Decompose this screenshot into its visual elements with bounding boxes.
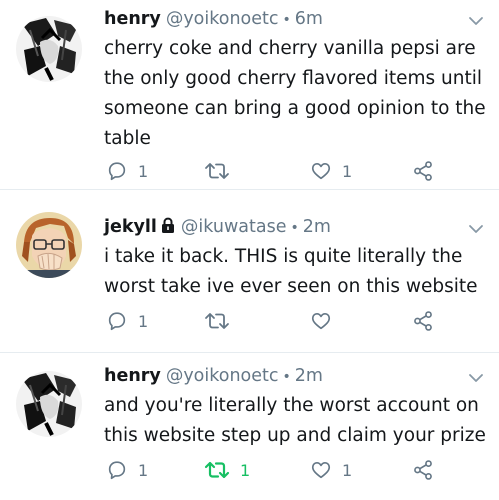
share-icon (414, 311, 432, 331)
separator-dot: • (282, 369, 291, 385)
reply-icon (108, 162, 126, 181)
reply-icon (108, 461, 126, 480)
tweet[interactable]: jekyll @ikuwatase • 2m i take it back. THI… (0, 190, 499, 353)
timestamp[interactable]: 2m (303, 217, 331, 237)
like-icon (311, 163, 331, 180)
retweet-icon (205, 163, 229, 179)
tweet[interactable]: henry @yoikonoetc • 6m cherry coke and cher… (0, 0, 499, 190)
share-icon (414, 460, 432, 480)
reply-count: 1 (138, 460, 149, 480)
display-name[interactable]: henry (104, 366, 161, 386)
reply-button[interactable]: 1 (106, 455, 148, 485)
like-icon (311, 462, 331, 479)
share-icon (414, 161, 432, 181)
separator-dot: • (282, 12, 291, 28)
tweet-text: i take it back. THIS is quite literally … (104, 246, 478, 297)
caret-down-icon[interactable] (467, 12, 485, 30)
like-count: 1 (342, 460, 353, 480)
share-button[interactable] (412, 455, 434, 485)
share-button[interactable] (412, 156, 434, 186)
separator-dot: • (290, 220, 299, 236)
reply-button[interactable]: 1 (106, 156, 148, 186)
timestamp[interactable]: 2m (295, 366, 323, 386)
like-button[interactable] (310, 306, 342, 336)
avatar[interactable] (16, 212, 82, 278)
tweet-header: henry @yoikonoetc • 2m (104, 363, 459, 389)
reply-button[interactable]: 1 (106, 306, 148, 336)
like-button[interactable]: 1 (310, 455, 352, 485)
tweet-text: and you're literally the worst account o… (104, 395, 486, 446)
reply-icon (108, 312, 126, 331)
like-icon (311, 313, 331, 330)
user-handle[interactable]: @yoikonoetc (166, 366, 279, 386)
caret-down-icon[interactable] (467, 220, 485, 238)
retweet-icon (204, 461, 230, 479)
tweet-text: cherry coke and cherry vanilla pepsi are… (104, 38, 486, 149)
display-name[interactable]: henry (104, 9, 161, 29)
reply-count: 1 (138, 311, 149, 331)
caret-down-icon[interactable] (467, 369, 485, 387)
tweet-actions: 1 (100, 306, 440, 336)
like-count: 1 (342, 161, 353, 181)
like-button[interactable]: 1 (310, 156, 352, 186)
reply-count: 1 (138, 161, 149, 181)
tweet-actions: 1 1 (100, 156, 440, 186)
retweet-button[interactable]: 1 (204, 455, 250, 485)
retweet-count: 1 (240, 460, 251, 480)
tweet-actions: 1 1 1 (100, 455, 440, 485)
tweet-header: henry @yoikonoetc • 6m (104, 6, 459, 32)
timestamp[interactable]: 6m (295, 9, 323, 29)
avatar[interactable] (16, 16, 82, 82)
timeline: henry @yoikonoetc • 6m cherry coke and cher… (0, 0, 499, 500)
retweet-button[interactable] (204, 156, 240, 186)
avatar[interactable] (16, 371, 82, 437)
tweet-header: jekyll @ikuwatase • 2m (104, 214, 459, 240)
lock-icon (161, 217, 174, 233)
user-handle[interactable]: @ikuwatase (181, 217, 287, 237)
retweet-button[interactable] (204, 306, 240, 336)
user-handle[interactable]: @yoikonoetc (166, 9, 279, 29)
tweet[interactable]: henry @yoikonoetc • 2m and you're literally… (0, 353, 499, 500)
retweet-icon (205, 313, 229, 329)
share-button[interactable] (412, 306, 434, 336)
display-name[interactable]: jekyll (104, 217, 157, 237)
